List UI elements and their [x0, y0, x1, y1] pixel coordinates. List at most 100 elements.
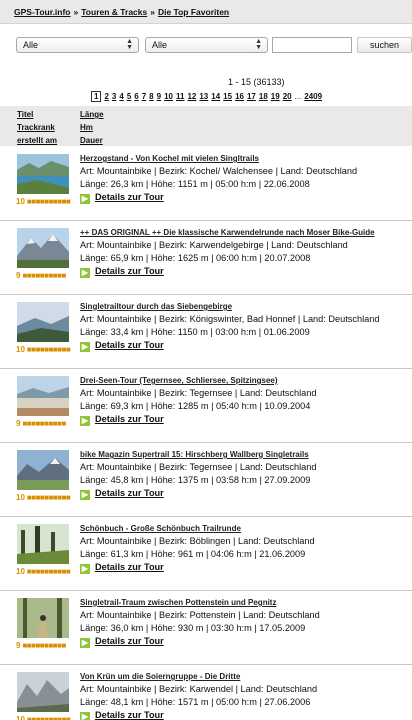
tour-thumbnail[interactable]	[17, 376, 69, 416]
arrow-right-icon: ▶	[80, 712, 90, 720]
tour-title-link[interactable]: Herzogstand - Von Kochel mit vielen Sing…	[80, 154, 259, 163]
tour-title-link[interactable]: bike Magazin Supertrail 15: Hirschberg W…	[80, 450, 309, 459]
details-label: Details zur Tour	[95, 710, 164, 720]
breadcrumb-home-link[interactable]: GPS-Tour.info	[14, 7, 71, 17]
rating-value: 9	[16, 641, 21, 650]
tour-thumbnail[interactable]	[17, 450, 69, 490]
pagination: 1 2 3 4 5 6 7 8 9 10 11 12 13 14 15 16 17 18 19 20... 2409	[91, 91, 325, 102]
arrow-right-icon: ▶	[80, 490, 90, 500]
tour-stats: Länge: 69,3 km | Höhe: 1285 m | 05:40 h:…	[80, 401, 311, 411]
tour-row: 10 ■■■■■■■■■■ Von Krün um die Soierngruppe…	[0, 665, 412, 720]
tour-stats: Länge: 61,3 km | Höhe: 961 m | 04:06 h:m…	[80, 549, 306, 559]
tour-rating: 10 ■■■■■■■■■■	[16, 567, 71, 576]
tour-title-link[interactable]: Drei-Seen-Tour (Tegernsee, Schliersee, S…	[80, 376, 278, 385]
page-link[interactable]: 19	[271, 92, 280, 101]
tour-thumbnail[interactable]	[17, 228, 69, 268]
page-link[interactable]: 10	[164, 92, 173, 101]
page-link[interactable]: 3	[112, 92, 116, 101]
tour-thumbnail[interactable]	[17, 524, 69, 564]
last-page-link[interactable]: 2409	[304, 92, 322, 101]
tour-thumbnail[interactable]	[17, 672, 69, 712]
tour-row: 9 ■■■■■■■■■■ Singletrail-Traum zwischen Po…	[0, 591, 412, 665]
tour-details-link[interactable]: ▶ Details zur Tour	[80, 488, 164, 500]
tour-rating: 10 ■■■■■■■■■■	[16, 493, 71, 502]
breadcrumb-section-link[interactable]: Touren & Tracks	[81, 7, 147, 17]
tour-stats: Länge: 65,9 km | Höhe: 1625 m | 06:00 h:…	[80, 253, 311, 263]
arrow-right-icon: ▶	[80, 416, 90, 426]
page-link[interactable]: 12	[187, 92, 196, 101]
tour-stats: Länge: 33,4 km | Höhe: 1150 m | 03:00 h:…	[80, 327, 310, 337]
result-range: 1 - 15 (36133)	[228, 77, 285, 87]
activity-type-select[interactable]: Alle ▲ ▼	[16, 37, 139, 53]
page-link[interactable]: 6	[134, 92, 138, 101]
tour-thumbnail[interactable]	[17, 302, 69, 342]
region-select-value: Alle	[152, 40, 168, 50]
page-link[interactable]: 9	[157, 92, 161, 101]
tour-row: 10 ■■■■■■■■■■ Herzogstand - Von Kochel mit…	[0, 147, 412, 221]
tour-info: Art: Mountainbike | Bezirk: Karwendel | …	[80, 684, 318, 694]
page-link[interactable]: 14	[211, 92, 220, 101]
tour-info: Art: Mountainbike | Bezirk: Tegernsee | …	[80, 388, 317, 398]
tour-details-link[interactable]: ▶ Details zur Tour	[80, 192, 164, 204]
arrow-right-icon: ▶	[80, 194, 90, 204]
page-link[interactable]: 4	[119, 92, 123, 101]
page-link[interactable]: 11	[176, 92, 184, 101]
page-link[interactable]: 20	[283, 92, 292, 101]
page-link[interactable]: 16	[235, 92, 244, 101]
sort-length-link[interactable]: Länge	[80, 110, 104, 119]
sort-created-link[interactable]: erstellt am	[17, 136, 57, 145]
tour-title-link[interactable]: Schönbuch - Große Schönbuch Trailrunde	[80, 524, 241, 533]
details-label: Details zur Tour	[95, 340, 164, 350]
page-link[interactable]: 7	[142, 92, 146, 101]
search-input[interactable]	[272, 37, 352, 53]
tour-details-link[interactable]: ▶ Details zur Tour	[80, 414, 164, 426]
page-link[interactable]: 17	[247, 92, 256, 101]
tour-title-link[interactable]: Von Krün um die Soierngruppe - Die Dritt…	[80, 672, 240, 681]
sort-title-link[interactable]: Titel	[17, 110, 33, 119]
tour-info: Art: Mountainbike | Bezirk: Kochel/ Walc…	[80, 166, 358, 176]
tour-stats: Länge: 36,0 km | Höhe: 930 m | 03:30 h:m…	[80, 623, 306, 633]
tour-title-link[interactable]: Singletrail-Traum zwischen Pottenstein u…	[80, 598, 276, 607]
rating-dots-icon: ■■■■■■■■■■	[26, 345, 71, 354]
breadcrumb-current-link[interactable]: Die Top Favoriten	[158, 7, 229, 17]
tour-thumbnail[interactable]	[17, 154, 69, 194]
rating-value: 10	[16, 567, 25, 576]
tour-details-link[interactable]: ▶ Details zur Tour	[80, 562, 164, 574]
sort-duration-link[interactable]: Dauer	[80, 136, 103, 145]
tour-rating: 9 ■■■■■■■■■■	[16, 641, 66, 650]
tour-details-link[interactable]: ▶ Details zur Tour	[80, 710, 164, 720]
tour-info: Art: Mountainbike | Bezirk: Böblingen | …	[80, 536, 315, 546]
tour-thumbnail[interactable]	[17, 598, 69, 638]
page-link[interactable]: 13	[199, 92, 208, 101]
search-button[interactable]: suchen	[357, 37, 412, 53]
region-select[interactable]: Alle ▲ ▼	[145, 37, 268, 53]
details-label: Details zur Tour	[95, 636, 164, 646]
tour-title-link[interactable]: ++ DAS ORIGINAL ++ Die klassische Karwen…	[80, 228, 375, 237]
tour-details-link[interactable]: ▶ Details zur Tour	[80, 340, 164, 352]
sort-bar: Titel Länge Trackrank Hm erstellt am Dau…	[0, 106, 412, 146]
sort-hm-link[interactable]: Hm	[80, 123, 93, 132]
details-label: Details zur Tour	[95, 192, 164, 202]
page-link[interactable]: 5	[127, 92, 131, 101]
page-link[interactable]: 2	[104, 92, 108, 101]
page-link[interactable]: 8	[149, 92, 153, 101]
page-link[interactable]: 18	[259, 92, 268, 101]
tour-details-link[interactable]: ▶ Details zur Tour	[80, 636, 164, 648]
tour-rating: 9 ■■■■■■■■■■	[16, 419, 66, 428]
rating-dots-icon: ■■■■■■■■■■	[26, 715, 71, 720]
page-link[interactable]: 15	[223, 92, 232, 101]
tour-title-link[interactable]: Singletrailtour durch das Siebengebirge	[80, 302, 232, 311]
page-ellipsis: ...	[294, 92, 302, 101]
rating-value: 10	[16, 197, 25, 206]
rating-dots-icon: ■■■■■■■■■■	[26, 197, 71, 206]
tour-row: 9 ■■■■■■■■■■ Drei-Seen-Tour (Tegernsee, Sc…	[0, 369, 412, 443]
details-label: Details zur Tour	[95, 488, 164, 498]
tour-details-link[interactable]: ▶ Details zur Tour	[80, 266, 164, 278]
arrow-right-icon: ▶	[80, 268, 90, 278]
select-arrows-icon: ▲ ▼	[255, 38, 262, 51]
page-link[interactable]: 1	[91, 91, 102, 102]
sort-trackrank-link[interactable]: Trackrank	[17, 123, 55, 132]
tour-row: 10 ■■■■■■■■■■ Singletrailtour durch das Si…	[0, 295, 412, 369]
tour-rating: 10 ■■■■■■■■■■	[16, 197, 71, 206]
breadcrumb-separator: »	[73, 7, 79, 17]
